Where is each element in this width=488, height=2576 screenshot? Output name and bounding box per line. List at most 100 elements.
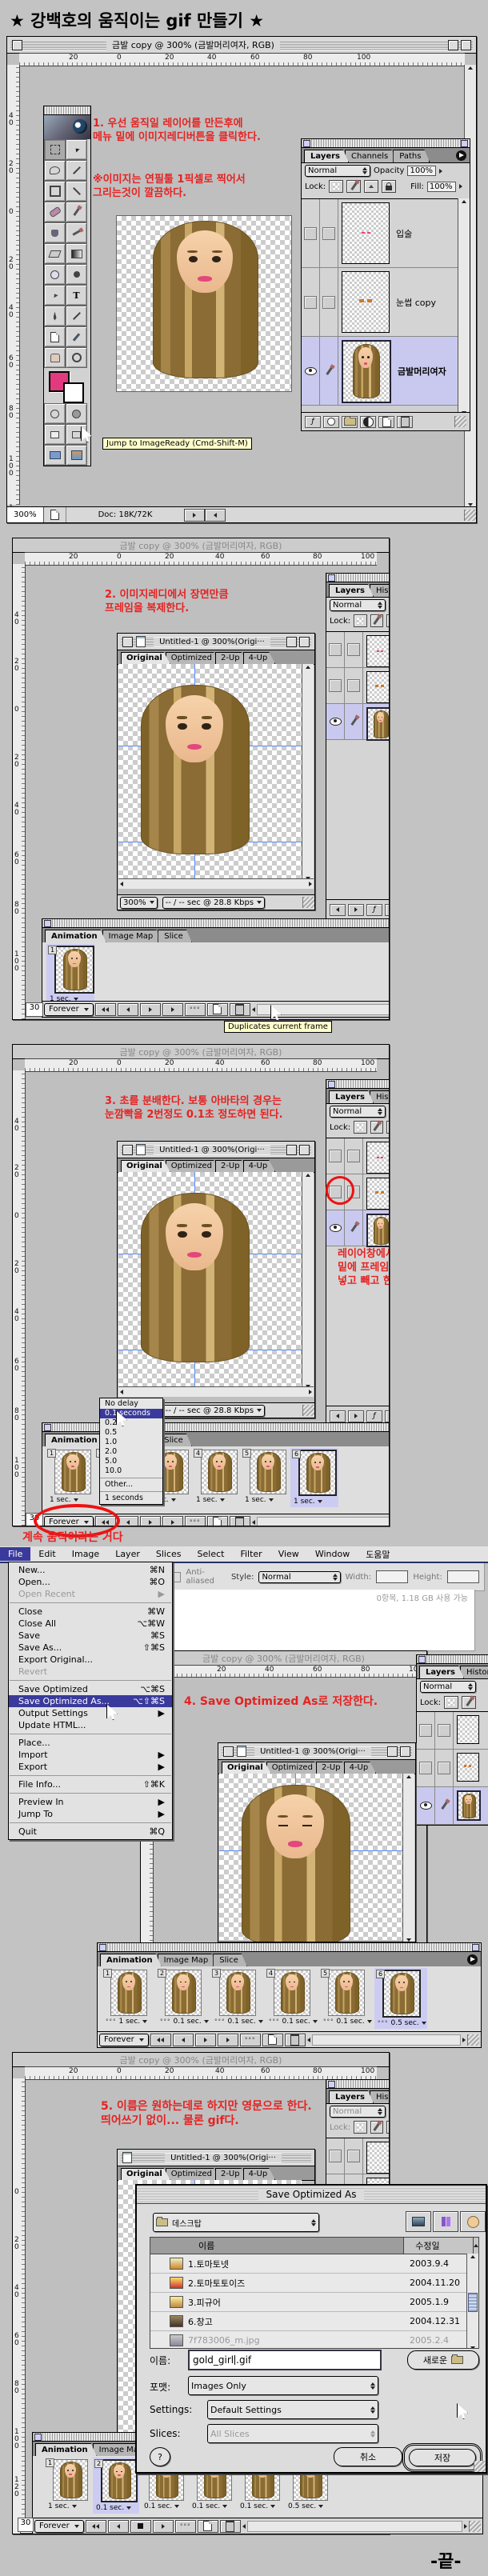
menu-select[interactable]: Select [190,1547,233,1561]
layer-row-lips[interactable]: 입술 [326,1138,390,1174]
frame-delay-select[interactable]: 0.1 sec. [96,2504,139,2512]
file-row[interactable]: 3.피규어2005.1.9 [150,2293,478,2312]
visibility-well[interactable] [304,296,317,309]
step-forward-button[interactable] [218,2034,238,2046]
animation-frame[interactable]: 11 sec. [46,1448,94,1506]
rewind-button[interactable] [86,2520,106,2533]
menu-item-save[interactable]: Save⌘S [9,1630,172,1642]
frame-delay-select[interactable]: 0.1 sec. [240,2502,283,2510]
canvas[interactable] [219,1774,402,1940]
new-layer-button[interactable] [378,416,394,428]
frame-delay-select[interactable]: °°°1 sec. [106,2018,155,2026]
menu-item-output-settings[interactable]: Output Settings▶ [9,1707,172,1719]
adjustment-layer-button[interactable] [360,416,376,428]
type-tool[interactable]: T [66,285,87,306]
tab-4up[interactable]: 4-Up [344,1762,377,1774]
blend-mode-select[interactable]: Normal [330,1106,386,1118]
jump-to-imageready-button[interactable] [66,445,87,466]
list-vscrollbar[interactable] [466,2254,478,2349]
desktop-shortcut-button[interactable] [406,2211,431,2232]
play-button[interactable] [140,1516,161,1527]
cancel-button[interactable]: 취소 [334,2447,402,2466]
layer-set-button[interactable] [342,416,358,428]
gradient-tool[interactable] [66,243,87,264]
tab-2up[interactable]: 2-Up [316,1762,349,1774]
slices-select[interactable]: All Slices [207,2424,378,2443]
column-date[interactable]: 수정일 [404,2238,474,2254]
frame-delay-select[interactable]: 1 sec. [48,2502,91,2510]
anti-aliased-checkbox[interactable] [172,1572,181,1582]
canvas[interactable] [118,1172,302,1386]
eyedropper-tool[interactable] [66,326,87,347]
tab-original[interactable]: Original [222,1762,271,1774]
frame-delay-select[interactable]: 1 sec. [294,1498,338,1506]
animation-frame[interactable]: 1°°°1 sec. [102,1968,155,2027]
menu-window[interactable]: Window [307,1547,358,1561]
menu-item-import[interactable]: Import▶ [9,1749,172,1761]
animation-frame[interactable]: 4°°°0.1 sec. [266,1968,318,2027]
collapse-box[interactable] [286,637,297,647]
frame-delay-select[interactable]: °°°0.1 sec. [214,2018,264,2026]
marquee-tool[interactable] [44,139,66,160]
layer-mask-button[interactable] [385,904,390,916]
download-info-select[interactable]: -- / -- sec @ 28.8 Kbps [162,1405,265,1417]
canvas[interactable] [118,664,302,878]
width-field[interactable] [376,1570,408,1583]
menu-item-save-optimized[interactable]: Save Optimized⌥⌘S [9,1683,172,1695]
history-brush-tool[interactable] [66,222,87,243]
tab-animation[interactable]: Animation [45,930,106,942]
layer-row-goldhair[interactable]: 금발머리여자 [326,704,390,740]
height-field[interactable] [447,1570,479,1583]
healing-brush-tool[interactable] [44,202,66,222]
step-back-button[interactable] [108,2520,129,2533]
tab-image-map[interactable]: Image Map [102,930,162,942]
tab-optimized[interactable]: Optimized [166,1160,220,1172]
menu-item-2.0[interactable]: 2.0 [100,1447,162,1457]
sort-direction-button[interactable] [474,2238,478,2254]
step-back-button[interactable] [173,2034,194,2046]
link-well[interactable] [322,227,335,240]
menu-layer[interactable]: Layer [107,1547,148,1561]
hand-tool[interactable] [44,347,66,368]
layer-row-eyebrows[interactable]: 눈썹 copy [326,668,390,704]
tab-slice[interactable]: Slice [213,1954,247,1966]
tab-channels[interactable]: Channels [345,150,397,162]
file-row[interactable]: 7f783006_m.jpg2005.2.4 [150,2331,478,2349]
canvas[interactable] [116,215,292,392]
lock-position-button[interactable] [386,614,390,627]
doc-hscrollbar[interactable] [118,878,314,889]
menu-item-0.5[interactable]: 0.5 [100,1428,162,1438]
brush-tool[interactable] [66,202,87,222]
frame-delay-select[interactable]: 1 sec. [50,1496,94,1504]
color-swatches[interactable] [44,368,90,403]
close-box[interactable] [12,40,22,50]
layer-mask-button[interactable] [323,416,339,428]
tab-image-map[interactable]: Image Map [158,1954,218,1966]
menu-item-open[interactable]: Open...⌘O [9,1576,172,1588]
recent-button[interactable] [460,2211,486,2232]
close-box[interactable] [223,1746,234,1757]
opacity-value[interactable]: 100% [407,166,436,176]
dodge-tool[interactable] [66,264,87,285]
menu-item-other[interactable]: Other... [100,1480,162,1490]
layer-thumbnail[interactable] [342,271,390,333]
style-select[interactable]: Normal [258,1571,340,1583]
format-select[interactable]: Images Only [188,2376,378,2395]
menu-item-0.1-seconds[interactable]: 0.1 seconds [100,1409,162,1418]
lasso-tool[interactable] [44,160,66,181]
lock-paint-button[interactable] [370,614,384,627]
zoom-box[interactable] [299,637,310,647]
tween-button[interactable]: °°° [240,2034,261,2046]
tab-original[interactable]: Original [121,652,170,664]
toolbox-drag-bar[interactable] [44,106,90,115]
tab-2up[interactable]: 2-Up [215,652,248,664]
menu-image[interactable]: Image [64,1547,107,1561]
layer-thumbnail[interactable] [342,202,390,264]
tab-4up[interactable]: 4-Up [243,652,276,664]
tab-2up[interactable]: 2-Up [215,2168,248,2180]
new-folder-button[interactable]: 새로운 [407,2350,479,2370]
menu-item-1.0[interactable]: 1.0 [100,1438,162,1447]
frame-delay-select[interactable]: 1 sec. [196,1496,241,1504]
clone-stamp-tool[interactable] [44,222,66,243]
visibility-eye-icon[interactable] [305,367,317,375]
